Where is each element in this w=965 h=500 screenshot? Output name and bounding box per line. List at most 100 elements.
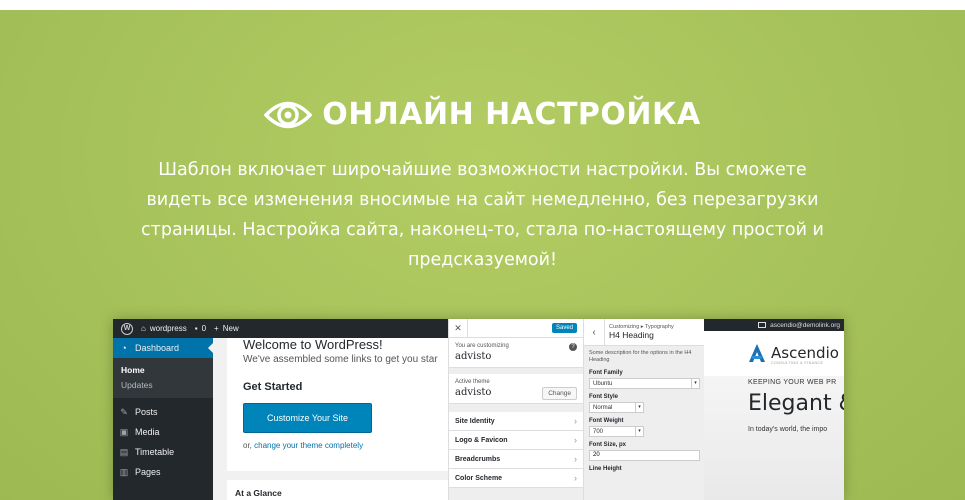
dashboard-main: Welcome to WordPress! We've assembled so… (213, 338, 448, 500)
chevron-right-icon: › (574, 473, 577, 483)
get-started-heading: Get Started (243, 381, 303, 393)
chevron-down-icon: ▾ (635, 427, 643, 436)
section-label: Site Identity (455, 417, 495, 425)
select-value: 700 (593, 428, 604, 435)
help-icon[interactable]: ? (569, 343, 577, 351)
welcome-panel: Welcome to WordPress! We've assembled so… (227, 338, 448, 471)
plus-icon: + (214, 324, 219, 333)
preview-headline: Elegant & (748, 391, 844, 416)
font-family-label: Font Family (589, 370, 623, 376)
wordpress-icon: W (121, 322, 133, 335)
site-logo[interactable]: Ascendio (748, 343, 844, 363)
section-breadcrumbs[interactable]: Breadcrumbs › (449, 450, 583, 469)
logo-tagline: CONSULTING & FINANCE (771, 361, 824, 365)
admin-sidebar: ◔ Dashboard Home Updates ✎ Posts ▣ Media… (113, 338, 213, 500)
sidebar-item-timetable[interactable]: ▤ Timetable (113, 442, 213, 462)
panel-description: Some description for the options in the … (589, 350, 692, 363)
site-preview: ascendio@demolink.org Ascendio CONSULTIN… (704, 319, 844, 500)
font-family-select[interactable]: Ubuntu ▾ (589, 378, 700, 389)
pin-icon: ✎ (120, 407, 128, 417)
font-size-input[interactable]: 20 (589, 450, 700, 461)
mail-icon (758, 322, 767, 328)
site-name-link[interactable]: ⌂ wordpress (141, 324, 187, 333)
screenshot-mockup: W ⌂ wordpress ▪ 0 + New ◔ Dashboard Home… (113, 319, 844, 500)
comment-icon: ▪ (194, 324, 198, 333)
customizer-panel: ✕ Saved You are customizing advisto ? Ac… (448, 319, 583, 500)
home-icon: ⌂ (141, 324, 146, 333)
dashboard-submenu: Home Updates (113, 358, 213, 398)
preview-kicker: KEEPING YOUR WEB PR (748, 379, 837, 386)
preview-body: In today's world, the impo (748, 426, 828, 433)
font-weight-label: Font Weight (589, 418, 624, 424)
change-theme-button[interactable]: Change (542, 387, 577, 400)
saved-button[interactable]: Saved (551, 323, 577, 333)
panel-title: H4 Heading (609, 330, 654, 340)
font-style-label: Font Style (589, 394, 619, 400)
or-text: or, (243, 441, 255, 450)
sidebar-item-media[interactable]: ▣ Media (113, 422, 213, 442)
eye-icon (264, 101, 313, 128)
sidebar-item-label: Pages (135, 467, 161, 477)
sidebar-item-label: Posts (135, 407, 158, 417)
back-arrow-icon[interactable]: ‹ (584, 319, 605, 346)
chevron-right-icon: › (574, 435, 577, 445)
section-label: Logo & Favicon (455, 436, 508, 444)
section-title: ОНЛАЙН НАСТРОЙКА (322, 97, 701, 132)
font-weight-select[interactable]: 700 ▾ (589, 426, 644, 437)
calendar-icon: ▤ (119, 447, 129, 457)
chevron-down-icon: ▾ (691, 379, 699, 388)
logo-text: Ascendio (771, 344, 839, 362)
change-theme-line: or, change your theme completely (243, 441, 448, 450)
typography-panel: ‹ Customizing ▸ Typography H4 Heading So… (583, 319, 704, 500)
wordpress-logo-button[interactable]: W (121, 322, 133, 335)
typography-controls: Some description for the options in the … (584, 346, 704, 476)
chevron-down-icon: ▾ (635, 403, 643, 412)
change-theme-link[interactable]: change your theme completely (254, 441, 363, 450)
welcome-title: Welcome to WordPress! (243, 338, 383, 352)
comments-link[interactable]: ▪ 0 (195, 324, 206, 333)
font-size-label: Font Size, px (589, 442, 627, 448)
section-label: Color Scheme (455, 474, 503, 482)
site-name: wordpress (149, 324, 187, 333)
section-label: Breadcrumbs (455, 455, 501, 463)
customizing-info: You are customizing advisto ? (449, 338, 583, 368)
contact-email: ascendio@demolink.org (770, 321, 840, 329)
line-height-label: Line Height (589, 466, 622, 472)
pages-icon: ▥ (119, 467, 129, 477)
media-icon: ▣ (119, 427, 129, 437)
select-value: Ubuntu (593, 380, 613, 387)
sidebar-item-label: Timetable (135, 447, 175, 457)
sidebar-item-label: Media (135, 427, 160, 437)
dashboard-icon: ◔ (121, 343, 127, 353)
welcome-subtitle: We've assembled some links to get you st… (243, 354, 438, 365)
customize-site-button[interactable]: Customize Your Site (243, 403, 372, 433)
section-title-row: ОНЛАЙН НАСТРОЙКА (0, 97, 965, 132)
sidebar-item-posts[interactable]: ✎ Posts (113, 402, 213, 422)
chevron-right-icon: › (574, 416, 577, 426)
top-strip (0, 0, 965, 10)
section-color-scheme[interactable]: Color Scheme › (449, 469, 583, 488)
active-theme-label: Active theme (455, 379, 490, 385)
section-description: Шаблон включает широчайшие возможности н… (141, 160, 824, 270)
sidebar-subitem-updates[interactable]: Updates (113, 377, 213, 392)
new-content-button[interactable]: + New (214, 324, 239, 333)
customizer-sections: Site Identity › Logo & Favicon › Breadcr… (449, 412, 583, 488)
customizing-name: advisto (455, 351, 492, 362)
sidebar-item-label: Dashboard (135, 343, 180, 353)
chevron-right-icon: › (574, 454, 577, 464)
comments-count: 0 (201, 324, 207, 333)
customizer-header: ✕ Saved (449, 319, 583, 338)
new-label: New (222, 324, 239, 333)
font-style-select[interactable]: Normal ▾ (589, 402, 644, 413)
section-logo-favicon[interactable]: Logo & Favicon › (449, 431, 583, 450)
section-site-identity[interactable]: Site Identity › (449, 412, 583, 431)
sidebar-subitem-home[interactable]: Home (113, 362, 213, 377)
customizing-label: You are customizing (455, 343, 509, 349)
sidebar-item-pages[interactable]: ▥ Pages (113, 462, 213, 482)
at-a-glance-widget: At a Glance (227, 480, 448, 500)
active-theme-info: Active theme advisto Change (449, 374, 583, 404)
sidebar-item-dashboard[interactable]: ◔ Dashboard (113, 338, 213, 358)
close-icon[interactable]: ✕ (449, 319, 468, 338)
typography-header: ‹ Customizing ▸ Typography H4 Heading (584, 319, 704, 346)
typography-breadcrumb: Customizing ▸ Typography H4 Heading (605, 324, 674, 340)
